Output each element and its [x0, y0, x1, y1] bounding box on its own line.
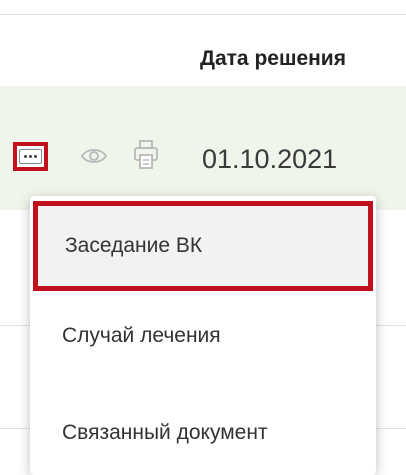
printer-icon[interactable]: [132, 139, 160, 171]
menu-item-label: Связанный документ: [62, 420, 268, 444]
context-menu: Заседание ВК Случай лечения Связанный до…: [30, 196, 376, 475]
decision-date-value: 01.10.2021: [202, 144, 338, 174]
eye-icon[interactable]: [80, 147, 108, 165]
more-dots-icon: [19, 149, 42, 164]
menu-item-label: Случай лечения: [62, 323, 221, 347]
menu-item-label: Заседание ВК: [65, 234, 203, 257]
menu-item-linked-document[interactable]: Связанный документ: [30, 390, 376, 475]
column-header-decision-date[interactable]: Дата решения: [200, 47, 346, 71]
menu-item-meeting-vk[interactable]: Заседание ВК: [33, 201, 373, 291]
menu-item-treatment-case[interactable]: Случай лечения: [30, 293, 376, 378]
table-top-border: [0, 14, 406, 15]
more-actions-button[interactable]: [13, 142, 48, 171]
